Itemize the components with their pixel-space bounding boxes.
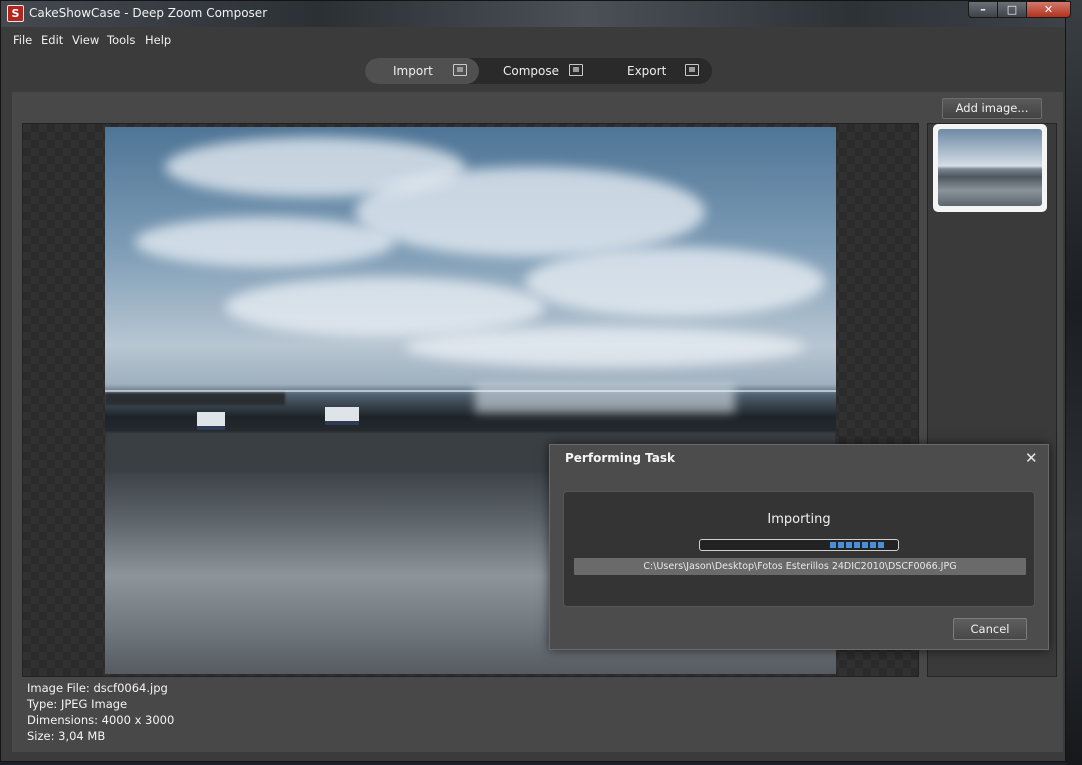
menu-help[interactable]: Help: [145, 33, 171, 47]
tab-compose-label: Compose: [503, 64, 560, 78]
progress-bar: [699, 539, 899, 551]
cloud-shape: [225, 277, 545, 337]
image-type-info: Type: JPEG Image: [27, 697, 128, 711]
dialog-title: Performing Task: [565, 451, 676, 465]
boat: [197, 412, 225, 430]
desktop-background: [1066, 0, 1082, 765]
title-bar: S CakeShowCase - Deep Zoom Composer – □ …: [1, 1, 1071, 27]
cloud-shape: [135, 217, 395, 267]
progress-indicator: [830, 542, 886, 548]
image-dimensions-info: Dimensions: 4000 x 3000: [27, 713, 175, 727]
menu-bar: File Edit View Tools Help: [1, 29, 1065, 51]
dialog-close-icon[interactable]: ✕: [1025, 449, 1038, 467]
thumbnail-image: [938, 129, 1042, 206]
image-file-info: Image File: dscf0064.jpg: [27, 681, 168, 695]
mode-switcher: Import Compose Export: [365, 58, 712, 84]
boat: [325, 407, 359, 425]
tab-export-label: Export: [627, 64, 667, 78]
current-file-path: C:\Users\Jason\Desktop\Fotos Esterillos …: [574, 558, 1026, 575]
window-title: CakeShowCase - Deep Zoom Composer: [29, 6, 268, 20]
menu-edit[interactable]: Edit: [41, 33, 63, 47]
menu-tools[interactable]: Tools: [107, 33, 135, 47]
close-window-button[interactable]: ✕: [1026, 1, 1071, 18]
dialog-body: Importing C:\Users\Jason\Desktop\Fotos E…: [563, 491, 1035, 607]
cloud-shape: [355, 167, 705, 257]
rocks: [105, 393, 285, 405]
compose-icon: [569, 64, 583, 76]
import-icon: [453, 64, 467, 76]
tab-import[interactable]: Import: [365, 58, 479, 84]
cloud-shape: [525, 247, 825, 317]
minimize-button[interactable]: –: [968, 1, 998, 18]
image-thumbnail[interactable]: [933, 124, 1047, 212]
tab-compose[interactable]: Compose: [479, 58, 597, 84]
sun-glare: [475, 385, 735, 413]
cancel-button[interactable]: Cancel: [953, 618, 1027, 640]
performing-task-dialog: Performing Task ✕ Importing C:\Users\Jas…: [549, 444, 1049, 650]
task-label: Importing: [767, 512, 831, 527]
export-icon: [685, 64, 699, 76]
app-logo-icon: S: [7, 5, 24, 22]
tab-import-label: Import: [393, 64, 433, 78]
cloud-shape: [405, 327, 805, 367]
maximize-button[interactable]: □: [997, 1, 1027, 18]
menu-file[interactable]: File: [13, 33, 32, 47]
add-image-button[interactable]: Add image...: [942, 98, 1042, 119]
tab-export[interactable]: Export: [597, 58, 712, 84]
image-size-info: Size: 3,04 MB: [27, 729, 106, 743]
menu-view[interactable]: View: [72, 33, 99, 47]
app-window: S CakeShowCase - Deep Zoom Composer – □ …: [0, 0, 1071, 762]
